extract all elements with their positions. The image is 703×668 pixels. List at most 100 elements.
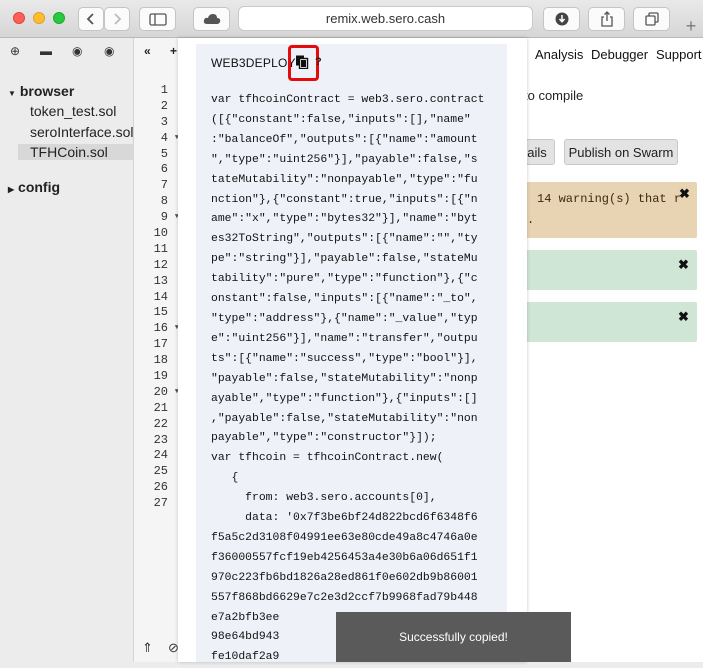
code-line: ame":"x","type":"bytes32"}],"name":"byt [211,213,478,226]
folder-config[interactable]: ▶ config [8,179,60,195]
folder-label: browser [19,83,75,99]
code-line: { [211,472,239,485]
line-number: 1 [160,83,168,97]
code-line: ([{"constant":false,"inputs":[],"name" [211,113,471,126]
line-number: 13 [153,273,168,288]
file-item[interactable]: token_test.sol [30,103,116,119]
tab-debugger[interactable]: Debugger [591,47,648,62]
code-line: ","type":"uint256"}],"payable":false,"s [211,153,478,166]
code-line: ,"payable":false,"stateMutability":"non [211,412,478,425]
publish-swarm-button[interactable]: Publish on Swarm [564,139,678,165]
line-number: 11 [153,241,168,256]
tab-support[interactable]: Support [656,47,702,62]
caret-down-icon: ▼ [8,89,16,98]
line-number: 8 [160,194,168,209]
code-line: f5a5c2d3108f04991ee63e80cde49a8c4746a0e [211,531,478,544]
code-line: 557f868bd6629e7c2e3d2ccf7b9968fad79b448 [211,591,478,604]
compile-hint: to compile [524,88,584,103]
code-line: es32ToString","outputs":[{"name":"","ty [211,233,478,246]
web3deploy-code: var tfhcoinContract = web3.sero.contract… [211,91,503,668]
code-line: var tfhcoin = tfhcoinContract.new( [211,452,444,465]
line-number: 7 [160,178,168,193]
success-alert [505,302,697,342]
downloads-button[interactable] [543,7,580,31]
share-icon [600,11,613,27]
line-number: 15 [153,305,168,320]
share-button[interactable] [588,7,625,31]
right-panel [505,38,703,662]
icloud-button[interactable] [193,7,230,31]
folder-browser[interactable]: ▼ browser [8,83,74,99]
tab-analysis[interactable]: Analysis [535,47,583,62]
sidebar-icon [148,12,167,26]
download-icon [555,12,568,26]
warning-text-continued: . [527,213,535,227]
line-number: 24 [153,448,168,463]
file-toolbar: ⊕ ▬ ◉ ◉ [0,44,134,64]
zoom-window-icon[interactable] [53,12,65,24]
close-warning-icon[interactable]: ✖ [679,186,690,202]
open-folder-icon[interactable]: ▬ [40,44,52,58]
code-line: ts":[{"name":"success","type":"bool"}], [211,352,478,365]
github-icon[interactable]: ◉ [72,44,82,58]
file-item-selected[interactable]: TFHCoin.sol [18,144,134,160]
code-line: "payable":false,"stateMutability":"nonp [211,372,478,385]
increase-font-icon[interactable]: + [170,44,177,58]
folder-label: config [18,179,61,195]
address-bar[interactable]: remix.web.sero.cash [238,6,533,31]
line-number: 3 [160,114,168,129]
new-tab-button[interactable]: + [679,14,703,38]
tabs-overview-button[interactable] [633,7,670,31]
code-line: onstant":false,"inputs":[{"name":"_to", [211,293,478,306]
file-item[interactable]: seroInterface.sol [30,124,134,140]
chevron-right-icon [114,13,122,25]
line-number: 14 [153,289,168,304]
code-line: payable","type":"constructor"}]); [211,432,437,445]
code-line: "type":"address"},{"name":"_value","typ [211,312,478,325]
line-number: 20 ▼ [153,384,179,399]
code-line: data: '0x7f3be6bf24d822bcd6f6348f6 [211,512,478,525]
code-line: :"balanceOf","outputs":[{"name":"amount [211,133,478,146]
line-number: 17 [153,337,168,352]
line-number: 2 [160,98,168,113]
line-number: 18 [153,353,168,368]
warning-text: 14 warning(s) that r [537,192,682,206]
sidebar-toggle-button[interactable] [139,7,176,31]
caret-right-icon: ▶ [8,185,15,194]
warning-alert [505,182,697,238]
info-icon[interactable]: ? [315,56,322,68]
close-success-icon[interactable]: ✖ [678,309,689,325]
collapse-panel-icon[interactable]: « [144,44,151,58]
add-file-icon[interactable]: ⊕ [10,44,20,58]
success-alert [505,250,697,290]
code-line: var tfhcoinContract = web3.sero.contract [211,94,485,106]
line-number: 5 [160,146,168,161]
line-number: 19 [153,369,168,384]
minimize-window-icon[interactable] [33,12,45,24]
forward-button[interactable] [104,7,130,31]
code-line: tateMutability":"nonpayable","type":"fu [211,173,478,186]
tabs-icon [644,12,659,26]
code-line: tability":"pure","type":"function"},{"c [211,273,478,286]
cloud-icon [203,14,220,24]
line-numbers: 1 2 3 4 ▼ 5 6 7 8 9 ▼ 10 11 12 13 14 15 16 ▼ 17 18 19 20 ▼ 21 22 2… [134,83,179,512]
code-line: f36000557fcf19eb4256453a4e30b6a06d651f1 [211,551,478,564]
line-number: 12 [153,257,168,272]
line-number: 6 [160,162,168,177]
line-number: 27 [153,496,168,511]
close-success-icon[interactable]: ✖ [678,257,689,273]
line-number: 16 ▼ [153,321,179,336]
chevron-left-icon [86,13,94,25]
code-line: pe":"string"}],"payable":false,"stateMu [211,253,478,266]
line-number: 22 [153,416,168,431]
back-button[interactable] [78,7,104,31]
line-number: 21 [153,400,168,415]
close-window-icon[interactable] [13,12,25,24]
line-number: 10 [153,226,168,241]
web3deploy-title: WEB3DEPLOY [211,56,296,70]
scroll-up-icon[interactable]: ⇑ [142,640,153,656]
code-line: ayable","type":"function"},{"inputs":[] [211,392,478,405]
publish-button-label: Publish on Swarm [568,144,674,160]
line-number: 25 [153,464,168,479]
gist-icon[interactable]: ◉ [104,44,114,58]
